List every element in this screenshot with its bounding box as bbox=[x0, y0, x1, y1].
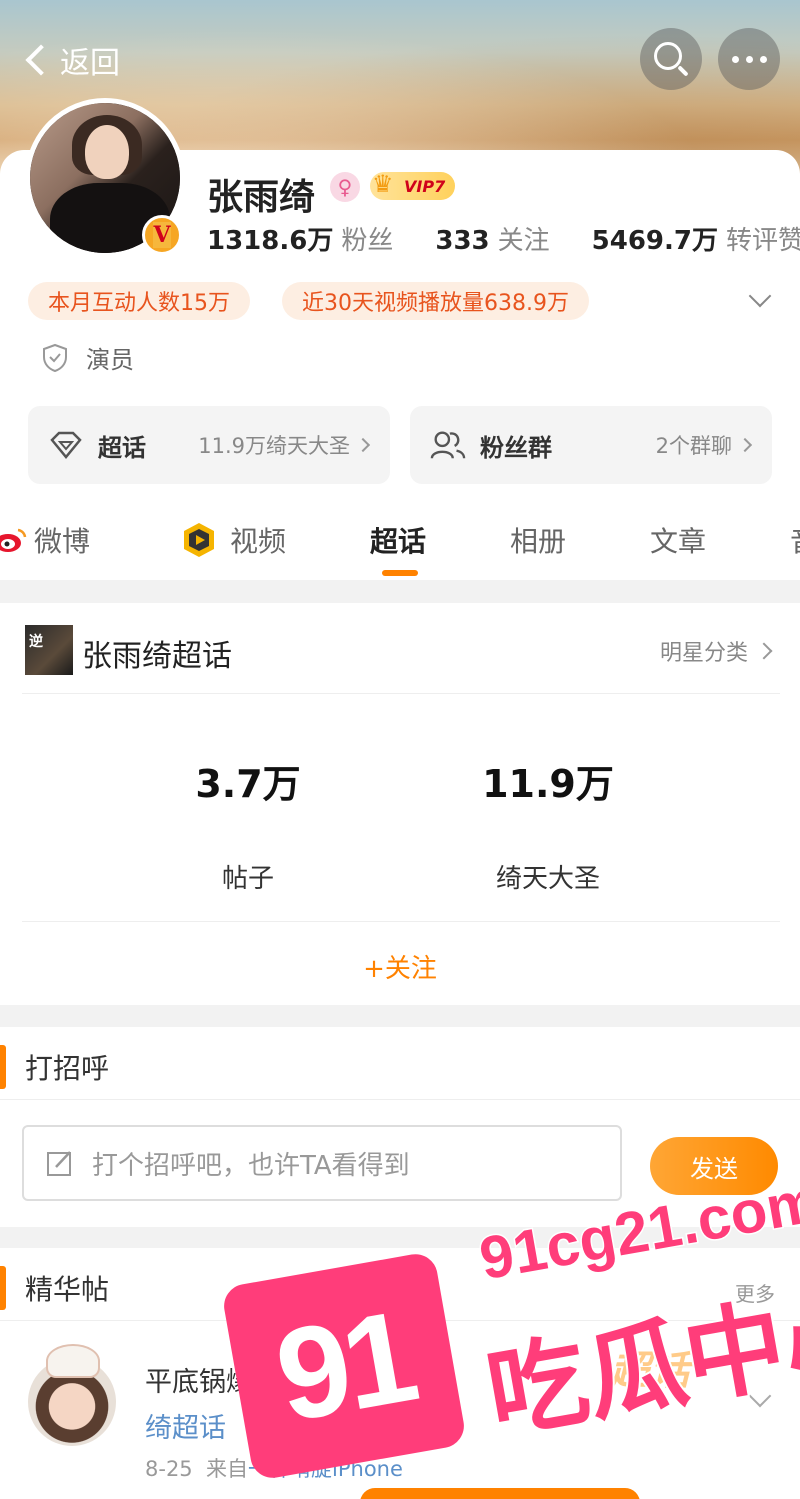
chaohua-entry-title: 超话 bbox=[98, 433, 146, 462]
group-icon bbox=[430, 427, 466, 463]
watermark-logo: 91 bbox=[220, 1250, 468, 1482]
tab-music[interactable]: 音 bbox=[790, 520, 800, 560]
role-label: 演员 bbox=[86, 346, 134, 374]
search-button[interactable] bbox=[640, 28, 702, 90]
weibo-icon bbox=[0, 528, 27, 552]
profile-name: 张雨绮 bbox=[207, 177, 316, 218]
vip-badge[interactable]: ♛ VIP7 bbox=[370, 170, 456, 200]
profile-tabs: 微博 视频 超话 相册 文章 音 bbox=[0, 500, 800, 580]
interactions-stat[interactable]: 5469.7万 转评赞 bbox=[592, 220, 800, 257]
following-count: 333 bbox=[435, 226, 490, 256]
divider bbox=[22, 921, 780, 922]
post-topic-link-cont[interactable]: 绮超话 bbox=[145, 1413, 226, 1444]
more-button[interactable] bbox=[718, 28, 780, 90]
chaohua-entry[interactable]: 超话 11.9万绮天大圣 bbox=[28, 406, 390, 484]
chevron-left-icon bbox=[25, 44, 57, 76]
star-category-label: 明星分类 bbox=[659, 641, 748, 666]
tab-album[interactable]: 相册 bbox=[510, 520, 566, 560]
essence-title: 精华帖 bbox=[25, 1273, 110, 1306]
divider bbox=[0, 1099, 800, 1100]
interactions-label: 转评赞 bbox=[726, 226, 800, 256]
posts-label: 帖子 bbox=[221, 864, 274, 894]
chaohua-title[interactable]: 张雨绮超话 bbox=[82, 631, 232, 675]
section-accent-bar bbox=[0, 1045, 6, 1089]
posts-count: 3.7万 bbox=[195, 762, 301, 806]
search-icon bbox=[654, 42, 682, 70]
following-stat[interactable]: 333 关注 bbox=[435, 220, 549, 257]
chevron-right-icon bbox=[355, 437, 371, 453]
profile-stats: 1318.6万 粉丝 333 关注 5469.7万 转评赞 bbox=[207, 220, 800, 257]
role-row: 演员 bbox=[42, 340, 134, 375]
tab-article-label: 文章 bbox=[650, 525, 707, 558]
section-accent-bar bbox=[0, 1266, 6, 1310]
greeting-input[interactable]: 打个招呼吧，也许TA看得到 bbox=[22, 1125, 622, 1201]
tab-video-label: 视频 bbox=[230, 525, 287, 558]
following-label: 关注 bbox=[497, 226, 550, 256]
verified-icon: V bbox=[142, 215, 182, 255]
bottom-action-button[interactable] bbox=[360, 1488, 640, 1499]
interaction-tag[interactable]: 本月互动人数15万 bbox=[28, 282, 250, 320]
watermark-number: 91 bbox=[266, 1282, 422, 1450]
tab-article[interactable]: 文章 bbox=[650, 520, 706, 560]
video-play-tag[interactable]: 近30天视频播放量638.9万 bbox=[282, 282, 589, 320]
star-category-link[interactable]: 明星分类 bbox=[659, 635, 773, 667]
diamond-icon bbox=[48, 427, 84, 463]
interactions-count: 5469.7万 bbox=[591, 226, 718, 256]
crown-icon: ♛ bbox=[372, 170, 394, 198]
post-date: 8-25 bbox=[145, 1457, 193, 1481]
chevron-right-icon bbox=[737, 437, 753, 453]
tab-music-label: 音 bbox=[790, 520, 800, 560]
followers-count: 1318.6万 bbox=[207, 226, 334, 256]
video-icon bbox=[184, 523, 214, 557]
follow-button[interactable]: +关注 bbox=[0, 948, 800, 985]
edit-icon bbox=[47, 1151, 71, 1176]
chaohua-entry-sub: 11.9万绮天大圣 bbox=[198, 434, 350, 458]
chaohua-card: 张雨绮超话 明星分类 3.7万 帖子 11.9万 绮天大圣 +关注 bbox=[0, 603, 800, 1005]
post-avatar[interactable] bbox=[28, 1344, 116, 1446]
tab-chaohua[interactable]: 超话 bbox=[370, 520, 426, 560]
followers-label: 粉丝 bbox=[341, 226, 394, 256]
fans-group-entry[interactable]: 粉丝群 2个群聊 bbox=[410, 406, 772, 484]
shield-icon bbox=[43, 343, 67, 372]
chevron-right-icon bbox=[755, 642, 773, 660]
female-icon: ♀ bbox=[330, 172, 360, 202]
chaohua-thumbnail[interactable] bbox=[25, 625, 73, 675]
back-button[interactable]: 返回 bbox=[22, 38, 120, 82]
greeting-title: 打招呼 bbox=[25, 1052, 110, 1085]
tab-album-label: 相册 bbox=[510, 525, 567, 558]
fans-group-sub: 2个群聊 bbox=[655, 434, 732, 458]
fans-group-title: 粉丝群 bbox=[480, 433, 552, 462]
tab-weibo[interactable]: 微博 bbox=[0, 520, 90, 560]
back-label: 返回 bbox=[60, 46, 120, 81]
tab-video[interactable]: 视频 bbox=[180, 520, 286, 560]
fans-name-count: 11.9万 bbox=[482, 762, 614, 806]
post-from: 来自 bbox=[206, 1457, 249, 1481]
fans-name-stat: 11.9万 绮天大圣 bbox=[438, 753, 658, 895]
more-icon bbox=[731, 55, 767, 63]
fans-name-label: 绮天大圣 bbox=[495, 864, 600, 894]
followers-stat[interactable]: 1318.6万 粉丝 bbox=[207, 220, 393, 257]
divider bbox=[22, 693, 780, 694]
posts-stat: 3.7万 帖子 bbox=[138, 753, 358, 895]
greeting-placeholder: 打个招呼吧，也许TA看得到 bbox=[92, 1150, 410, 1181]
tab-weibo-label: 微博 bbox=[34, 525, 91, 558]
tab-chaohua-label: 超话 bbox=[370, 525, 427, 558]
vip-label: VIP7 bbox=[404, 176, 446, 196]
profile-page: 返回 V 张雨绮 ♀ ♛ VIP7 1318.6万 粉丝 333 关注 5469.7… bbox=[0, 0, 800, 1499]
active-tab-indicator bbox=[382, 570, 418, 576]
